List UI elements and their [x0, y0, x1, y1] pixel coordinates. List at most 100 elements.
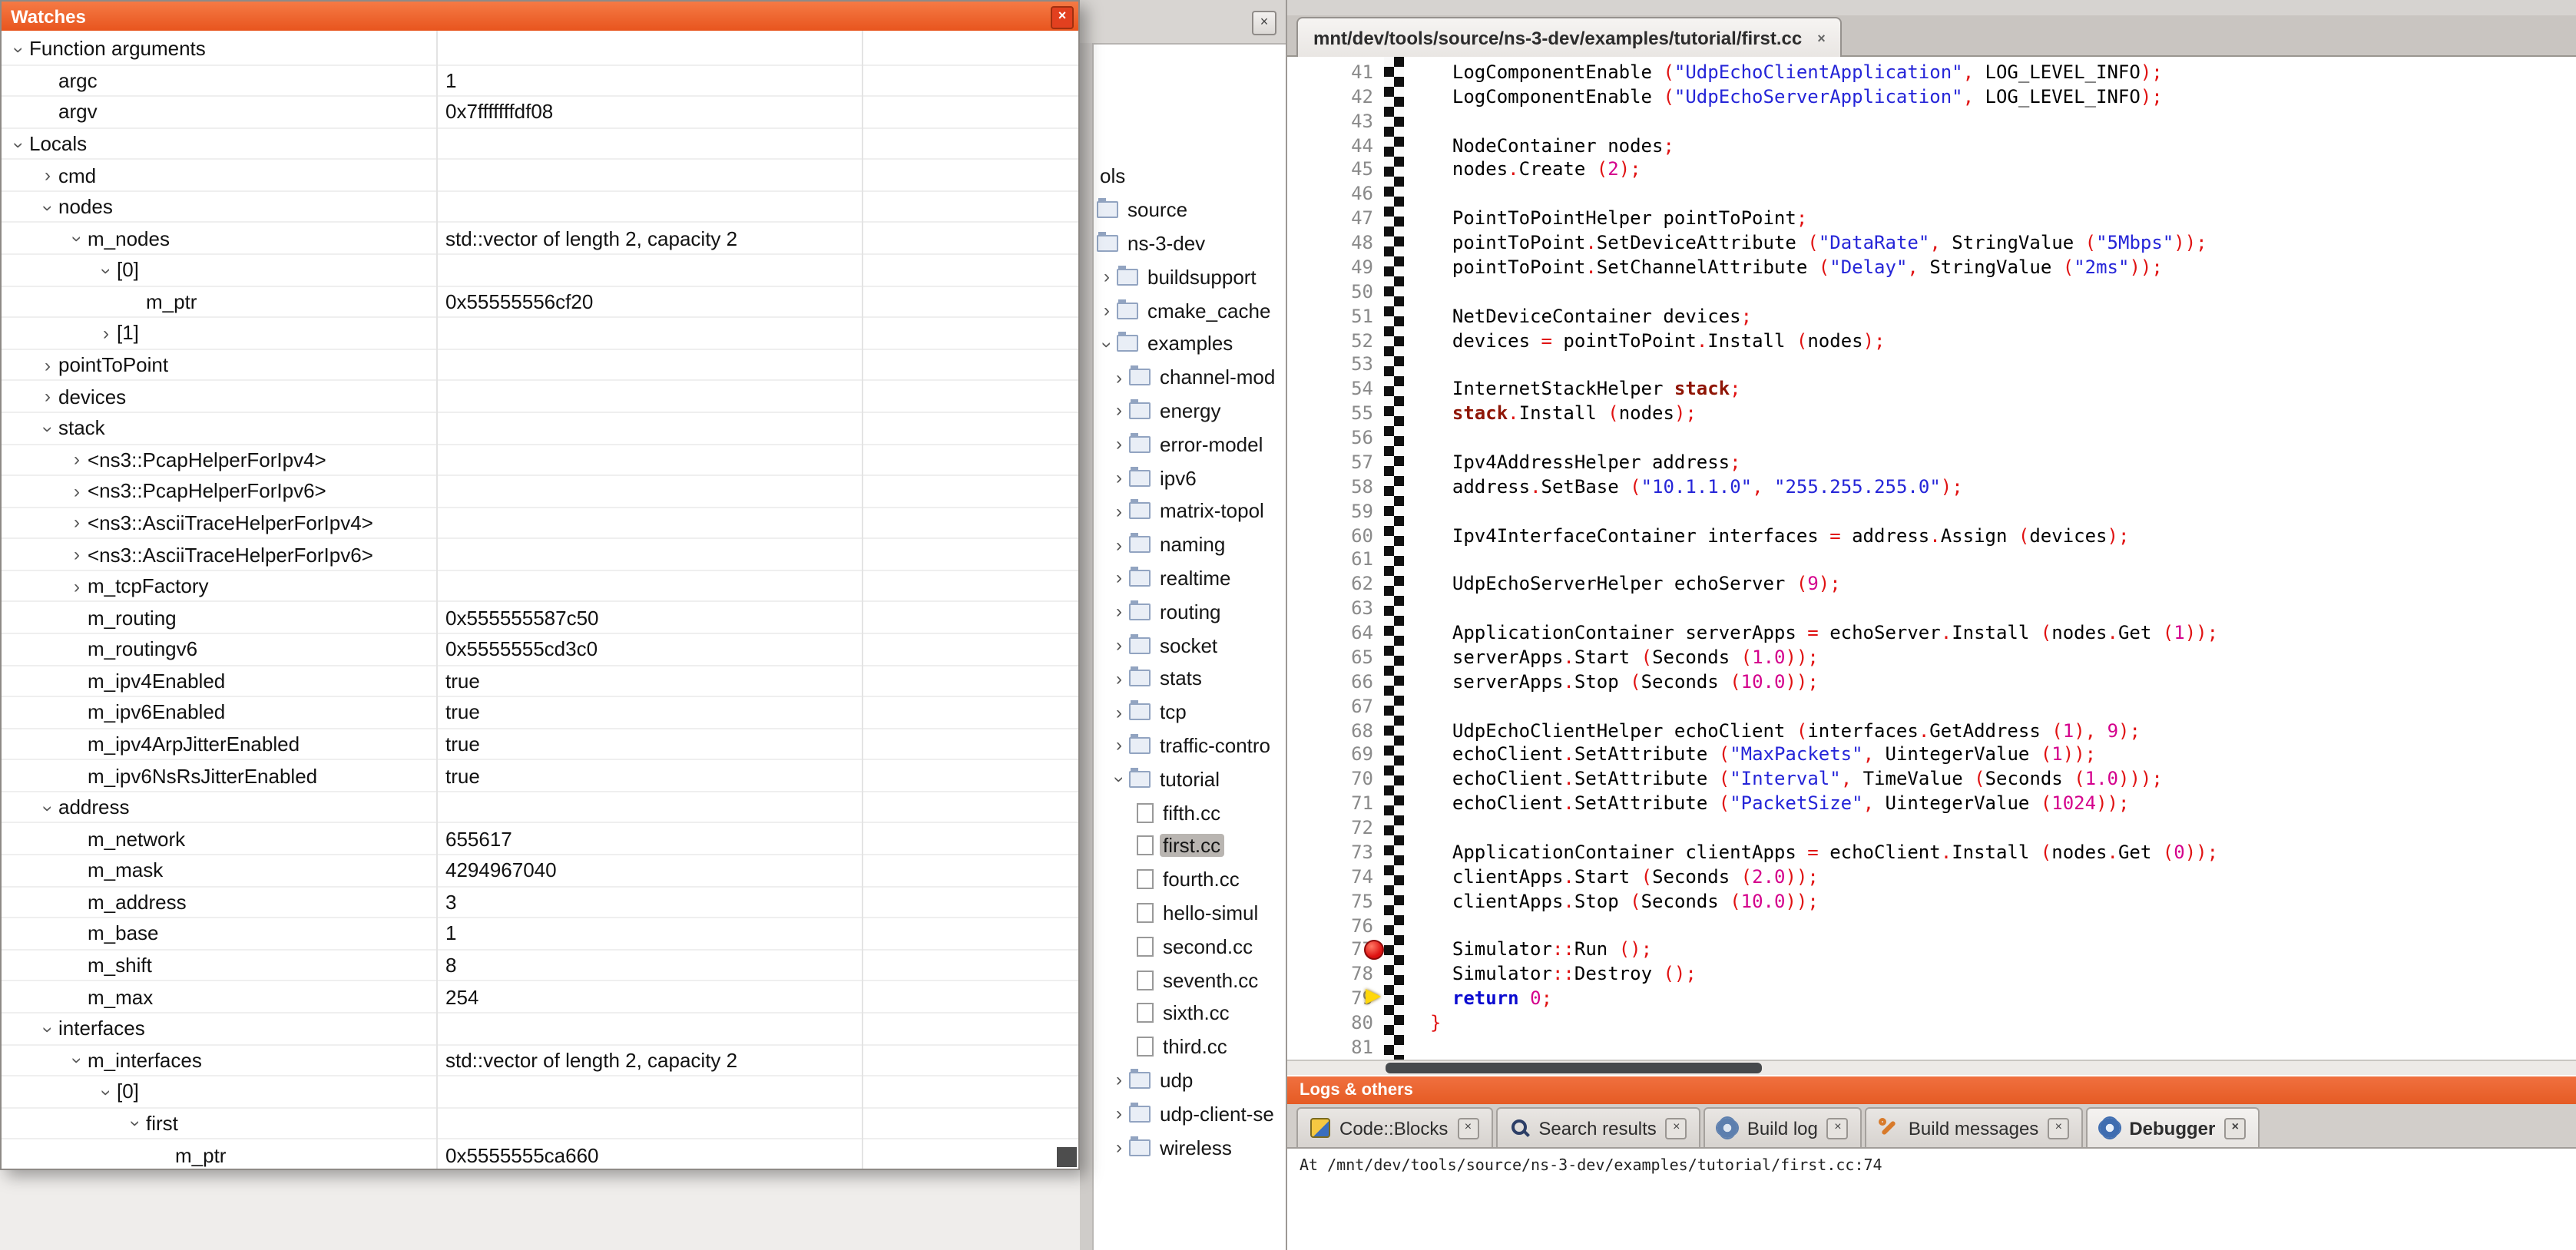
tree-item-matrix-topol[interactable]: ›matrix-topol [1094, 494, 1286, 528]
expander-closed-icon[interactable]: › [1109, 502, 1129, 521]
watch-row[interactable]: m_ptr0x5555555ca660 [2, 1139, 1078, 1169]
tree-item-error-model[interactable]: ›error-model [1094, 428, 1286, 461]
tree-item-naming[interactable]: ›naming [1094, 528, 1286, 562]
logs-tab-code-blocks[interactable]: Code::Blocks× [1296, 1107, 1492, 1147]
watch-row[interactable]: ›Locals [2, 128, 1078, 160]
watch-row[interactable]: m_ipv4Enabledtrue [2, 666, 1078, 697]
project-tree-close-button[interactable]: × [1252, 11, 1276, 35]
logs-panel-header[interactable]: Logs & others [1287, 1076, 2576, 1104]
tree-item-tcp[interactable]: ›tcp [1094, 696, 1286, 729]
tree-item-udp-client-se[interactable]: ›udp-client-se [1094, 1097, 1286, 1131]
logs-tab-close-button[interactable]: × [1666, 1117, 1687, 1139]
expander-open-icon[interactable]: › [39, 798, 58, 819]
editor-hscrollbar-thumb[interactable] [1386, 1063, 1762, 1073]
tree-item-examples[interactable]: ›examples [1094, 327, 1286, 361]
expander-closed-icon[interactable]: › [66, 545, 88, 564]
editor-hscrollbar[interactable] [1287, 1060, 2576, 1075]
watch-row[interactable]: m_shift8 [2, 951, 1078, 982]
editor-tab-first-cc[interactable]: mnt/dev/tools/source/ns-3-dev/examples/t… [1296, 17, 1843, 57]
expander-closed-icon[interactable]: › [95, 324, 117, 342]
watch-row[interactable]: m_ipv6NsRsJitterEnabledtrue [2, 761, 1078, 792]
expander-open-icon[interactable]: › [39, 197, 58, 219]
expander-open-icon[interactable]: › [10, 39, 28, 61]
tree-item-energy[interactable]: ›energy [1094, 394, 1286, 428]
logs-tab-build-messages[interactable]: Build messages× [1866, 1107, 2083, 1147]
expander-closed-icon[interactable]: › [66, 577, 88, 595]
watch-row[interactable]: ›address [2, 792, 1078, 824]
watch-row[interactable]: ›m_nodesstd::vector of length 2, capacit… [2, 223, 1078, 255]
logs-tab-close-button[interactable]: × [2048, 1117, 2069, 1139]
editor-tab-close-button[interactable]: × [1817, 30, 1826, 45]
tree-item-buildsupport[interactable]: ›buildsupport [1094, 260, 1286, 294]
watch-row[interactable]: argv0x7fffffffdf08 [2, 97, 1078, 128]
watch-row[interactable]: m_ipv6Enabledtrue [2, 697, 1078, 729]
project-tree-scrollbar[interactable] [1080, 43, 1094, 1250]
watch-row[interactable]: m_max254 [2, 982, 1078, 1014]
tree-item-ns-3-dev[interactable]: ns-3-dev [1094, 227, 1286, 260]
code-editor[interactable]: 41 LogComponentEnable ("UdpEchoClientApp… [1287, 57, 2576, 1060]
watch-row[interactable]: ›[0] [2, 1076, 1078, 1108]
logs-tab-close-button[interactable]: × [2224, 1117, 2246, 1139]
tree-item-channel-mod[interactable]: ›channel-mod [1094, 361, 1286, 395]
watch-row[interactable]: ›[1] [2, 318, 1078, 349]
expander-closed-icon[interactable]: › [1109, 670, 1129, 688]
logs-tab-debugger[interactable]: Debugger× [2086, 1107, 2260, 1147]
watches-resize-grip[interactable] [1057, 1147, 1077, 1167]
tree-item-udp[interactable]: ›udp [1094, 1063, 1286, 1097]
expander-open-icon[interactable]: › [10, 134, 28, 155]
expander-open-icon[interactable]: › [98, 260, 116, 282]
expander-closed-icon[interactable]: › [1109, 402, 1129, 420]
watch-row[interactable]: ›[0] [2, 255, 1078, 286]
expander-closed-icon[interactable]: › [1109, 1138, 1129, 1156]
watch-row[interactable]: ›Function arguments [2, 34, 1078, 65]
expander-closed-icon[interactable]: › [1109, 736, 1129, 755]
tree-item-first-cc[interactable]: first.cc [1094, 829, 1286, 863]
expander-closed-icon[interactable]: › [66, 514, 88, 532]
expander-open-icon[interactable]: › [39, 418, 58, 440]
watch-row[interactable]: ›cmd [2, 160, 1078, 192]
watch-row[interactable]: m_network655617 [2, 824, 1078, 855]
watch-row[interactable]: m_routing0x555555587c50 [2, 603, 1078, 634]
expander-open-icon[interactable]: › [68, 1050, 87, 1072]
watch-row[interactable]: ›pointToPoint [2, 350, 1078, 382]
watch-row[interactable]: m_mask4294967040 [2, 855, 1078, 887]
expander-closed-icon[interactable]: › [1109, 569, 1129, 587]
expander-closed-icon[interactable]: › [1109, 636, 1129, 654]
tree-item-realtime[interactable]: ›realtime [1094, 561, 1286, 595]
logs-tab-close-button[interactable]: × [1827, 1117, 1849, 1139]
expander-closed-icon[interactable]: › [66, 451, 88, 469]
watch-row[interactable]: ›<ns3::PcapHelperForIpv4> [2, 445, 1078, 476]
watch-row[interactable]: ›<ns3::AsciiTraceHelperForIpv6> [2, 540, 1078, 571]
logs-tab-close-button[interactable]: × [1457, 1117, 1478, 1139]
tree-item-ols[interactable]: ols [1094, 160, 1286, 193]
watch-row[interactable]: m_ptr0x55555556cf20 [2, 286, 1078, 318]
expander-open-icon[interactable]: › [1111, 770, 1129, 790]
expander-closed-icon[interactable]: › [1097, 268, 1117, 286]
watch-row[interactable]: m_ipv4ArpJitterEnabledtrue [2, 729, 1078, 760]
watch-row[interactable]: ›interfaces [2, 1014, 1078, 1045]
expander-closed-icon[interactable]: › [1109, 468, 1129, 487]
tree-item-routing[interactable]: ›routing [1094, 595, 1286, 629]
tree-item-sixth-cc[interactable]: sixth.cc [1094, 997, 1286, 1030]
expander-closed-icon[interactable]: › [1109, 1104, 1129, 1123]
expander-closed-icon[interactable]: › [1109, 368, 1129, 386]
expander-closed-icon[interactable]: › [1109, 703, 1129, 721]
watches-tree[interactable]: ›Function argumentsargc1argv0x7fffffffdf… [2, 31, 1078, 1169]
watch-row[interactable]: ›m_tcpFactory [2, 571, 1078, 603]
tree-item-traffic-contro[interactable]: ›traffic-contro [1094, 729, 1286, 762]
project-tree-items[interactable]: olssourcens-3-dev›buildsupport›cmake_cac… [1094, 160, 1286, 1164]
expander-closed-icon[interactable]: › [1109, 1071, 1129, 1090]
watch-row[interactable]: ›first [2, 1108, 1078, 1139]
logs-tab-search-results[interactable]: Search results× [1495, 1107, 1700, 1147]
tree-item-cmake-cache[interactable]: ›cmake_cache [1094, 293, 1286, 327]
watch-row[interactable]: m_address3 [2, 887, 1078, 918]
watches-titlebar[interactable]: Watches × [2, 2, 1078, 31]
expander-closed-icon[interactable]: › [66, 482, 88, 501]
tree-item-ipv6[interactable]: ›ipv6 [1094, 461, 1286, 494]
watch-row[interactable]: argc1 [2, 65, 1078, 97]
tree-item-fifth-cc[interactable]: fifth.cc [1094, 795, 1286, 829]
tree-item-fourth-cc[interactable]: fourth.cc [1094, 862, 1286, 896]
watch-row[interactable]: ›devices [2, 382, 1078, 413]
tree-item-socket[interactable]: ›socket [1094, 628, 1286, 662]
expander-closed-icon[interactable]: › [37, 355, 58, 374]
